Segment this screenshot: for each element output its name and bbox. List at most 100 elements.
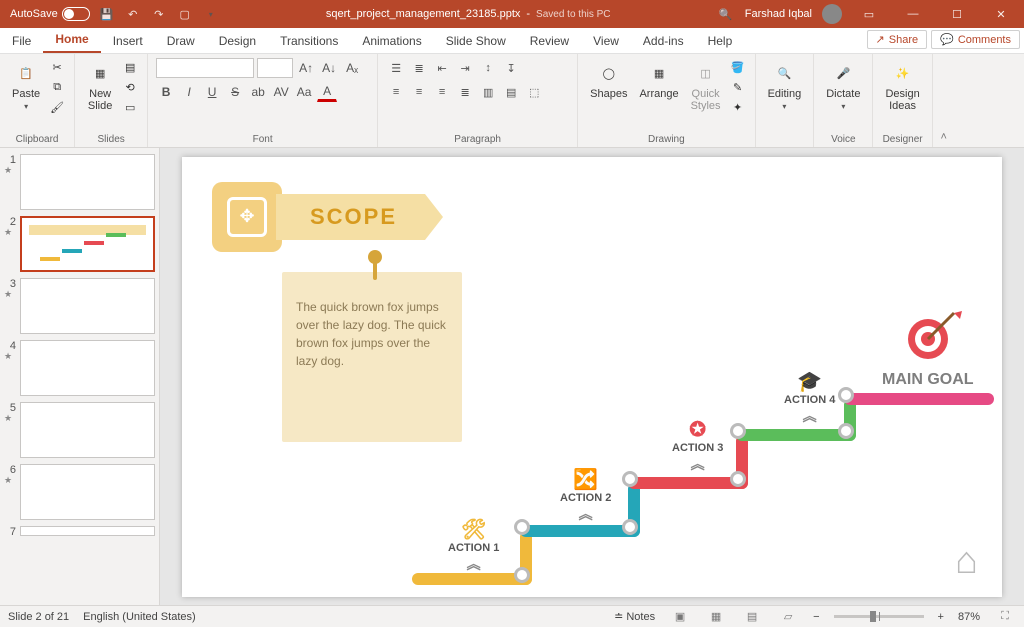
align-text-icon[interactable]: ▤ (501, 82, 521, 102)
paste-button[interactable]: 📋 Paste ▾ (8, 58, 44, 113)
minimize-button[interactable]: — (896, 0, 930, 28)
paragraph-label: Paragraph (386, 132, 569, 145)
comments-button[interactable]: 💬Comments (931, 30, 1020, 49)
slide-thumbnails-panel[interactable]: 1★ 2★ 3★ 4★ 5★ 6★ 7 (0, 148, 160, 605)
quick-styles-button[interactable]: ◫Quick Styles (687, 58, 725, 114)
save-icon[interactable]: 💾 (98, 5, 116, 23)
thumbnail-1[interactable]: 1★ (4, 154, 155, 210)
copy-icon[interactable]: ⧉ (48, 78, 66, 96)
numbering-icon[interactable]: ≣ (409, 58, 429, 78)
underline-button[interactable]: U (202, 82, 222, 102)
font-family-selector[interactable] (156, 58, 254, 78)
zoom-in-button[interactable]: + (938, 611, 944, 623)
search-icon[interactable]: 🔍 (717, 5, 735, 23)
main-goal-label: MAIN GOAL (882, 371, 974, 389)
arrange-button[interactable]: ▦Arrange (635, 58, 682, 102)
shape-outline-icon[interactable]: ✎ (729, 78, 747, 96)
text-direction-icon[interactable]: ↧ (501, 58, 521, 78)
smartart-icon[interactable]: ⬚ (524, 82, 544, 102)
shapes-button[interactable]: ◯Shapes (586, 58, 631, 102)
undo-icon[interactable]: ↶ (124, 5, 142, 23)
thumbnail-7[interactable]: 7 (4, 526, 155, 538)
maximize-button[interactable]: ☐ (940, 0, 974, 28)
reset-icon[interactable]: ⟲ (121, 78, 139, 96)
tab-transitions[interactable]: Transitions (268, 29, 350, 53)
layout-icon[interactable]: ▤ (121, 58, 139, 76)
font-color-button[interactable]: A (317, 82, 337, 102)
tab-animations[interactable]: Animations (350, 29, 433, 53)
align-center-icon[interactable]: ≡ (409, 82, 429, 102)
redo-icon[interactable]: ↷ (150, 5, 168, 23)
clear-formatting-icon[interactable]: Aₓ (342, 58, 362, 78)
tab-file[interactable]: File (0, 29, 43, 53)
slide[interactable]: ✥ SCOPE The quick brown fox jumps over t… (182, 157, 1002, 597)
format-painter-icon[interactable]: 🖌 (48, 98, 66, 116)
bold-button[interactable]: B (156, 82, 176, 102)
microphone-icon: 🎤 (830, 60, 856, 86)
reading-view-icon[interactable]: ▤ (741, 608, 763, 626)
thumbnail-2[interactable]: 2★ (4, 216, 155, 272)
editing-button[interactable]: 🔍Editing▾ (764, 58, 806, 113)
justify-icon[interactable]: ≣ (455, 82, 475, 102)
share-button[interactable]: ↗Share (867, 30, 928, 49)
tab-slide-show[interactable]: Slide Show (434, 29, 518, 53)
thumbnail-3[interactable]: 3★ (4, 278, 155, 334)
home-icon[interactable]: ⌂ (955, 540, 978, 583)
strikethrough-button[interactable]: S (225, 82, 245, 102)
steps-diagram[interactable]: 🛠 ACTION 1 ︽ 🔀 ACTION 2 ︽ ✪ ACTION 3 ︽ (412, 337, 982, 577)
slide-canvas[interactable]: ✥ SCOPE The quick brown fox jumps over t… (160, 148, 1024, 605)
line-spacing-icon[interactable]: ↕ (478, 58, 498, 78)
change-case-button[interactable]: Aa (294, 82, 314, 102)
align-left-icon[interactable]: ≡ (386, 82, 406, 102)
qat-dropdown-icon[interactable]: ▾ (202, 5, 220, 23)
design-ideas-button[interactable]: ✨Design Ideas (881, 58, 923, 114)
scope-banner[interactable]: ✥ SCOPE (212, 182, 425, 252)
collapse-ribbon-icon[interactable]: ˄ (933, 54, 955, 147)
notes-button[interactable]: ≐ Notes (614, 610, 655, 623)
decrease-font-icon[interactable]: A↓ (319, 58, 339, 78)
decrease-indent-icon[interactable]: ⇤ (432, 58, 452, 78)
close-button[interactable]: ✕ (984, 0, 1018, 28)
zoom-out-button[interactable]: − (813, 611, 819, 623)
autosave-toggle[interactable]: AutoSave (10, 7, 90, 21)
tab-draw[interactable]: Draw (155, 29, 207, 53)
zoom-level[interactable]: 87% (958, 611, 980, 623)
section-icon[interactable]: ▭ (121, 98, 139, 116)
columns-icon[interactable]: ▥ (478, 82, 498, 102)
character-spacing-button[interactable]: AV (271, 82, 291, 102)
align-right-icon[interactable]: ≡ (432, 82, 452, 102)
thumbnail-4[interactable]: 4★ (4, 340, 155, 396)
tab-home[interactable]: Home (43, 27, 100, 53)
tab-help[interactable]: Help (696, 29, 745, 53)
normal-view-icon[interactable]: ▣ (669, 608, 691, 626)
tab-design[interactable]: Design (207, 29, 268, 53)
zoom-slider[interactable] (834, 615, 924, 618)
tab-add-ins[interactable]: Add-ins (631, 29, 696, 53)
avatar[interactable] (822, 4, 842, 24)
increase-font-icon[interactable]: A↑ (296, 58, 316, 78)
cut-icon[interactable]: ✂ (48, 58, 66, 76)
tab-insert[interactable]: Insert (101, 29, 155, 53)
slideshow-view-icon[interactable]: ▱ (777, 608, 799, 626)
font-size-selector[interactable] (257, 58, 293, 78)
autosave-label: AutoSave (10, 8, 58, 20)
text-shadow-button[interactable]: ab (248, 82, 268, 102)
start-from-beginning-icon[interactable]: ▢ (176, 5, 194, 23)
thumbnail-5[interactable]: 5★ (4, 402, 155, 458)
shape-fill-icon[interactable]: 🪣 (729, 58, 747, 76)
increase-indent-icon[interactable]: ⇥ (455, 58, 475, 78)
dictate-button[interactable]: 🎤Dictate▾ (822, 58, 864, 113)
new-slide-button[interactable]: ▦ New Slide (83, 58, 117, 114)
italic-button[interactable]: I (179, 82, 199, 102)
fit-to-window-icon[interactable]: ⛶ (994, 608, 1016, 626)
language-status[interactable]: English (United States) (83, 611, 196, 623)
paste-icon: 📋 (13, 60, 39, 86)
tab-view[interactable]: View (581, 29, 631, 53)
thumbnail-6[interactable]: 6★ (4, 464, 155, 520)
ribbon-display-options-icon[interactable]: ▭ (852, 0, 886, 28)
bullets-icon[interactable]: ☰ (386, 58, 406, 78)
sorter-view-icon[interactable]: ▦ (705, 608, 727, 626)
chevron-up-icon: ︽ (691, 456, 705, 472)
tab-review[interactable]: Review (518, 29, 581, 53)
shape-effects-icon[interactable]: ✦ (729, 98, 747, 116)
